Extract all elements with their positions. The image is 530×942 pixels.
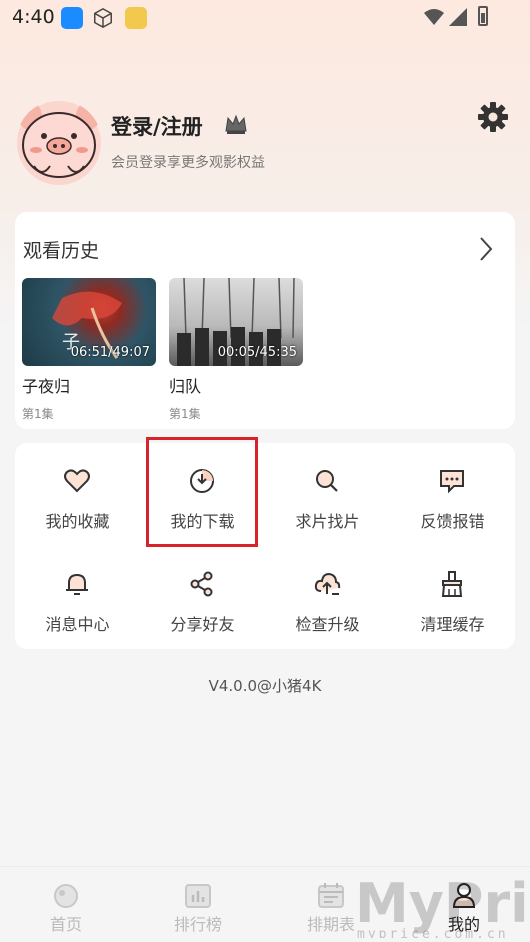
chevron-right-icon[interactable] bbox=[478, 236, 494, 262]
nav-label: 首页 bbox=[49, 915, 82, 934]
bottom-nav: 首页 排行榜 排期表 我的 bbox=[0, 866, 530, 942]
function-label: 消息中心 bbox=[45, 615, 110, 634]
function-label: 检查升级 bbox=[295, 615, 360, 634]
crown-icon bbox=[225, 114, 247, 134]
nav-profile[interactable]: 我的 bbox=[398, 867, 530, 942]
nav-label: 排行榜 bbox=[173, 915, 222, 934]
highlight-annotation-box bbox=[146, 437, 258, 547]
share-friends-button[interactable]: 分享好友 bbox=[140, 546, 265, 646]
history-item[interactable]: 00:05/45:35 归队 第1集 bbox=[169, 278, 303, 422]
upgrade-icon bbox=[314, 572, 341, 595]
nav-home[interactable]: 首页 bbox=[0, 867, 132, 942]
pig-avatar[interactable] bbox=[16, 100, 102, 186]
version-text: V4.0.0@小猪4K bbox=[208, 677, 322, 695]
function-label: 求片找片 bbox=[295, 512, 360, 531]
function-label: 清理缓存 bbox=[420, 615, 485, 634]
bell-icon bbox=[66, 573, 88, 595]
clean-icon bbox=[441, 571, 463, 597]
video-episode: 第1集 bbox=[22, 407, 54, 421]
video-episode: 第1集 bbox=[169, 407, 201, 421]
clear-cache-button[interactable]: 清理缓存 bbox=[390, 546, 515, 646]
wifi-icon bbox=[424, 9, 444, 25]
share-icon bbox=[190, 571, 213, 597]
function-label: 反馈报错 bbox=[420, 512, 485, 531]
message-center-button[interactable]: 消息中心 bbox=[15, 546, 140, 646]
history-title[interactable]: 观看历史 bbox=[23, 236, 99, 263]
function-grid: 我的收藏 我的下载 求片找片 反馈报错 消息中心 分享好友 检查升级 清理缓存 bbox=[15, 443, 515, 649]
search-icon bbox=[316, 470, 338, 492]
check-update-button[interactable]: 检查升级 bbox=[265, 546, 390, 646]
signal-icon bbox=[449, 8, 467, 26]
game-app-icon bbox=[125, 7, 147, 29]
ranking-icon bbox=[185, 884, 211, 908]
nav-schedule[interactable]: 排期表 bbox=[265, 867, 397, 942]
battery-icon bbox=[478, 6, 488, 26]
watch-history-card: 观看历史 子 06:51/49:07 子夜归 第1集 00:05/45:35 归… bbox=[15, 212, 515, 429]
status-time: 4:40 bbox=[12, 6, 55, 28]
video-thumbnail[interactable]: 子 06:51/49:07 bbox=[22, 278, 156, 366]
home-icon bbox=[54, 884, 78, 908]
watch-progress: 06:51/49:07 bbox=[70, 345, 150, 360]
my-favorites-button[interactable]: 我的收藏 bbox=[15, 443, 140, 543]
feedback-icon bbox=[440, 470, 464, 494]
nav-label: 排期表 bbox=[306, 915, 355, 934]
watch-progress: 00:05/45:35 bbox=[217, 345, 297, 360]
login-subtitle: 会员登录享更多观影权益 bbox=[111, 155, 265, 171]
nav-ranking[interactable]: 排行榜 bbox=[132, 867, 264, 942]
app-notification-icon bbox=[61, 7, 83, 29]
heart-icon bbox=[64, 469, 90, 493]
schedule-icon bbox=[318, 883, 344, 908]
profile-icon bbox=[452, 883, 476, 908]
feedback-button[interactable]: 反馈报错 bbox=[390, 443, 515, 543]
request-movie-button[interactable]: 求片找片 bbox=[265, 443, 390, 543]
function-label: 分享好友 bbox=[170, 615, 235, 634]
function-label: 我的收藏 bbox=[45, 512, 110, 531]
history-item[interactable]: 子 06:51/49:07 子夜归 第1集 bbox=[22, 278, 156, 422]
status-bar: 4:40 bbox=[0, 0, 530, 36]
settings-gear-icon[interactable] bbox=[477, 101, 509, 133]
video-thumbnail[interactable]: 00:05/45:35 bbox=[169, 278, 303, 366]
cube-icon bbox=[94, 7, 112, 29]
video-title: 归队 bbox=[169, 377, 202, 396]
nav-label: 我的 bbox=[447, 915, 480, 934]
login-register-link[interactable]: 登录/注册 bbox=[111, 111, 203, 141]
video-title: 子夜归 bbox=[22, 377, 71, 396]
